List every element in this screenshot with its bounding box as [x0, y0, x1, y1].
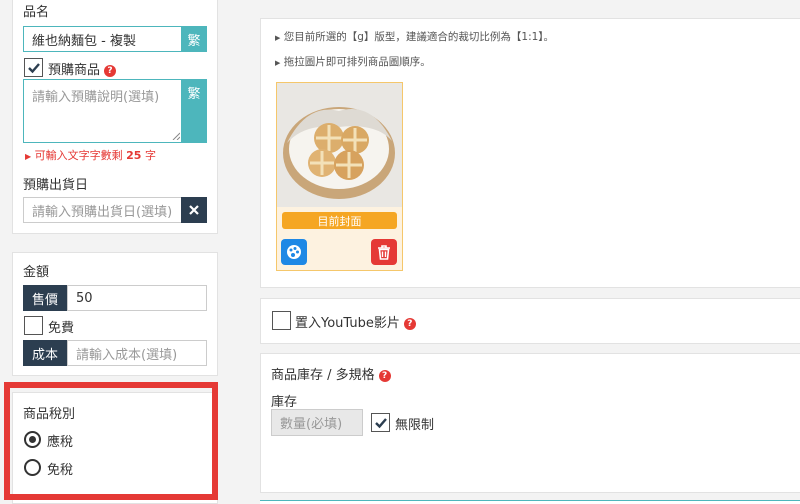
- free-label: 免費: [48, 321, 75, 336]
- product-image-card[interactable]: 目前封面: [276, 82, 403, 271]
- preorder-checkbox[interactable]: [24, 58, 43, 77]
- unlimited-label: 無限制: [395, 418, 435, 433]
- stock-label: 庫存: [271, 395, 298, 410]
- cost-tag: 成本: [23, 340, 67, 366]
- price-input[interactable]: 50: [67, 285, 207, 311]
- help-icon[interactable]: ?: [378, 370, 391, 382]
- product-name-input[interactable]: 維也納麵包 - 複製: [23, 26, 183, 52]
- char-remaining-note: ▶ 可輸入文字字數剩 25 字: [25, 149, 156, 162]
- unlimited-checkbox[interactable]: [371, 413, 390, 432]
- current-cover-badge: 目前封面: [282, 212, 397, 229]
- close-icon: [189, 205, 199, 215]
- price-tag: 售價: [23, 285, 67, 311]
- product-name-panel: 品名 維也納麵包 - 複製 繁 預購商品? 請輸入預購說明(選填) 繁 ▶ 可輸…: [12, 0, 218, 234]
- traditional-convert-button[interactable]: 繁: [181, 26, 207, 52]
- inventory-title: 商品庫存 / 多規格?: [271, 364, 391, 383]
- preorder-description-textarea[interactable]: 請輸入預購說明(選填): [23, 79, 183, 143]
- youtube-label: 置入YouTube影片?: [295, 312, 416, 331]
- check-icon: [27, 62, 40, 73]
- crop-image-button[interactable]: [281, 239, 307, 265]
- highlight-box: [4, 382, 218, 500]
- cost-input[interactable]: 請輸入成本(選填): [67, 340, 207, 366]
- clear-date-button[interactable]: [181, 197, 207, 223]
- quantity-input[interactable]: 數量(必填): [271, 409, 363, 436]
- product-name-value: 維也納麵包 - 複製: [32, 33, 136, 49]
- caret-right-icon: ▶: [275, 34, 281, 42]
- help-icon[interactable]: ?: [403, 318, 416, 330]
- trash-icon: [378, 244, 390, 260]
- image-hint-1: ▶ 您目前所選的【g】版型，建議適合的裁切比例為【1:1】。: [275, 31, 555, 43]
- check-icon: [374, 417, 387, 428]
- amount-title: 金額: [23, 265, 50, 280]
- preorder-label: 預購商品?: [48, 59, 117, 78]
- amount-panel: 金額 售價 50 免費 成本 請輸入成本(選填): [12, 252, 218, 376]
- bottom-panel-edge: [260, 500, 800, 504]
- image-hint-2: ▶ 拖拉圖片即可排列商品圖順序。: [275, 56, 431, 68]
- free-checkbox[interactable]: [24, 316, 43, 335]
- youtube-panel: 置入YouTube影片?: [260, 298, 800, 344]
- ship-date-input[interactable]: 請輸入預購出貨日(選填): [23, 197, 183, 223]
- bread-basket-image: [277, 83, 402, 207]
- inventory-panel: 商品庫存 / 多規格? 庫存 數量(必填) 無限制: [260, 353, 800, 493]
- help-icon[interactable]: ?: [104, 65, 117, 77]
- traditional-convert-button-2[interactable]: 繁: [181, 79, 207, 143]
- caret-right-icon: ▶: [25, 152, 32, 161]
- caret-right-icon: ▶: [275, 59, 281, 67]
- delete-image-button[interactable]: [371, 239, 397, 265]
- ship-date-label: 預購出貨日: [23, 178, 89, 193]
- image-panel: ▶ 您目前所選的【g】版型，建議適合的裁切比例為【1:1】。 ▶ 拖拉圖片即可排…: [260, 18, 800, 288]
- resize-handle-icon: [172, 132, 180, 140]
- product-name-label: 品名: [23, 5, 50, 20]
- palette-icon: [287, 245, 301, 259]
- youtube-checkbox[interactable]: [272, 311, 291, 330]
